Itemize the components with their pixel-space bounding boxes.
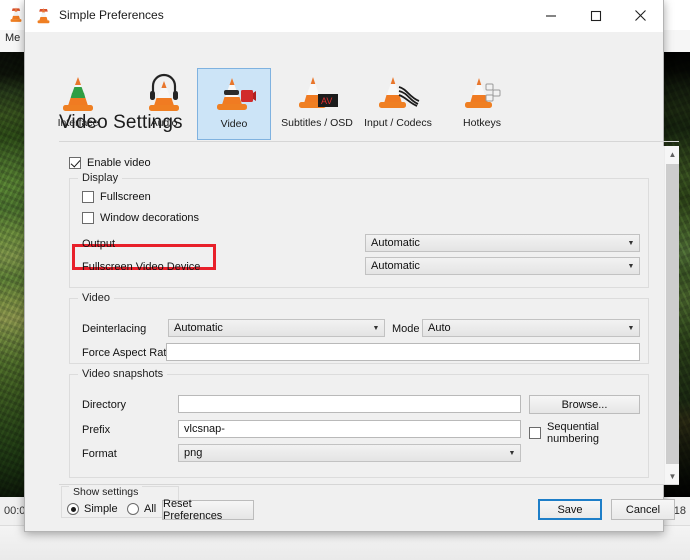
scroll-down-button[interactable]: ▼ (665, 468, 680, 484)
enable-video-label: Enable video (87, 157, 151, 169)
output-value: Automatic (371, 237, 420, 249)
radio-all[interactable]: All (127, 503, 156, 515)
vlc-cone-icon (10, 7, 22, 22)
vlc-cone-input-icon (379, 77, 420, 108)
checkbox-box (82, 212, 94, 224)
minimize-button[interactable] (528, 0, 573, 31)
output-label: Output (82, 238, 116, 250)
snapshot-format-value: png (184, 447, 203, 459)
prefix-label: Prefix (82, 424, 111, 436)
vertical-scrollbar[interactable]: ▲ ▼ (664, 146, 679, 484)
sequential-numbering-label: Sequential numbering (547, 421, 599, 445)
toolbar-item-label: Subtitles / OSD (281, 117, 353, 129)
enable-video-checkbox[interactable]: Enable video (69, 157, 151, 169)
simple-preferences-dialog: Simple Preferences Interface Audio Video… (24, 0, 679, 532)
toolbar-item-hotkeys[interactable]: Hotkeys (445, 68, 519, 140)
video-group-title: Video (78, 292, 114, 304)
format-label: Format (82, 448, 117, 460)
vlc-cone-video-icon (217, 78, 256, 110)
fullscreen-video-device-label: Fullscreen Video Device (82, 261, 201, 273)
toolbar-item-label: Hotkeys (463, 117, 501, 129)
video-group: Video Deinterlacing Automatic ▼ Mode Aut… (69, 292, 649, 364)
chevron-down-icon: ▼ (508, 449, 516, 457)
dialog-title: Simple Preferences (59, 8, 164, 22)
force-aspect-ratio-input[interactable] (166, 343, 640, 361)
directory-label: Directory (82, 399, 127, 411)
vlc-menu-media[interactable]: Me (5, 32, 20, 44)
save-button[interactable]: Save (538, 499, 602, 520)
close-button[interactable] (618, 0, 663, 31)
footer-divider (59, 484, 679, 485)
minimize-icon (545, 14, 556, 17)
svg-text:AV: AV (321, 96, 332, 106)
toolbar-item-label: Input / Codecs (364, 117, 432, 129)
mode-select[interactable]: Auto ▼ (422, 319, 640, 337)
output-select[interactable]: Automatic ▼ (365, 234, 640, 252)
deinterlacing-label: Deinterlacing (82, 323, 147, 335)
fullscreen-video-device-select[interactable]: Automatic ▼ (365, 257, 640, 275)
scrollbar-thumb[interactable] (666, 164, 679, 464)
checkbox-box (69, 157, 81, 169)
toolbar-item-video[interactable]: Video (197, 68, 271, 140)
vlc-cone-headphones-icon (149, 73, 179, 111)
reset-preferences-button[interactable]: Reset Preferences (162, 498, 254, 522)
mode-value: Auto (428, 322, 451, 334)
snapshot-prefix-value: vlcsnap- (184, 423, 225, 435)
snapshot-prefix-input[interactable]: vlcsnap- (178, 420, 521, 438)
radio-indicator (127, 503, 139, 515)
sequential-numbering-checkbox[interactable]: Sequential numbering (529, 421, 648, 445)
scroll-up-button[interactable]: ▲ (665, 146, 680, 162)
force-aspect-ratio-label: Force Aspect Ratio (82, 347, 175, 359)
display-group-title: Display (78, 172, 123, 184)
show-settings-title: Show settings (69, 486, 143, 498)
dialog-titlebar: Simple Preferences (25, 0, 663, 32)
checkbox-box (529, 427, 541, 439)
page-title: Video Settings (59, 112, 183, 133)
chevron-down-icon: ▼ (627, 324, 635, 332)
radio-all-label: All (144, 503, 157, 515)
window-decorations-label: Window decorations (100, 212, 200, 224)
chevron-down-icon: ▼ (627, 262, 635, 270)
close-icon (635, 10, 646, 21)
toolbar-item-input-codecs[interactable]: Input / Codecs (361, 68, 435, 140)
radio-indicator (67, 503, 79, 515)
checkbox-box (82, 191, 94, 203)
vlc-cone-icon (37, 8, 50, 24)
snapshot-format-select[interactable]: png ▼ (178, 444, 521, 462)
chevron-down-icon: ▼ (627, 239, 635, 247)
video-snapshots-group: Video snapshots Directory Browse... Pref… (69, 368, 649, 478)
display-group: Display Fullscreen Window decorations Ou… (69, 172, 649, 288)
maximize-icon (590, 10, 601, 21)
window-decorations-checkbox[interactable]: Window decorations (82, 212, 199, 224)
fullscreen-label: Fullscreen (100, 191, 151, 203)
vlc-cone-hotkeys-icon (465, 78, 501, 108)
maximize-button[interactable] (573, 0, 618, 31)
browse-button[interactable]: Browse... (529, 395, 640, 414)
fullscreen-checkbox[interactable]: Fullscreen (82, 191, 151, 203)
preferences-toolbar: Interface Audio Video AV Subtitles / OSD… (25, 32, 663, 140)
radio-simple[interactable]: Simple (67, 503, 118, 515)
snapshots-group-title: Video snapshots (78, 368, 168, 380)
cancel-button[interactable]: Cancel (611, 499, 675, 520)
title-divider (59, 141, 679, 142)
toolbar-item-label: Video (220, 118, 248, 130)
mode-label: Mode (392, 323, 420, 335)
radio-simple-label: Simple (84, 503, 118, 515)
vlc-cone-interface-icon (63, 77, 93, 111)
settings-scroll-pane: Enable video Display Fullscreen Window d… (59, 146, 679, 484)
chevron-down-icon: ▼ (372, 324, 380, 332)
deinterlacing-select[interactable]: Automatic ▼ (168, 319, 385, 337)
toolbar-item-subtitles-osd[interactable]: AV Subtitles / OSD (280, 68, 354, 140)
deinterlacing-value: Automatic (174, 322, 223, 334)
snapshot-directory-input[interactable] (178, 395, 521, 413)
fullscreen-video-device-value: Automatic (371, 260, 420, 272)
settings-content: Enable video Display Fullscreen Window d… (59, 146, 662, 484)
vlc-cone-subtitles-icon: AV (299, 77, 338, 108)
